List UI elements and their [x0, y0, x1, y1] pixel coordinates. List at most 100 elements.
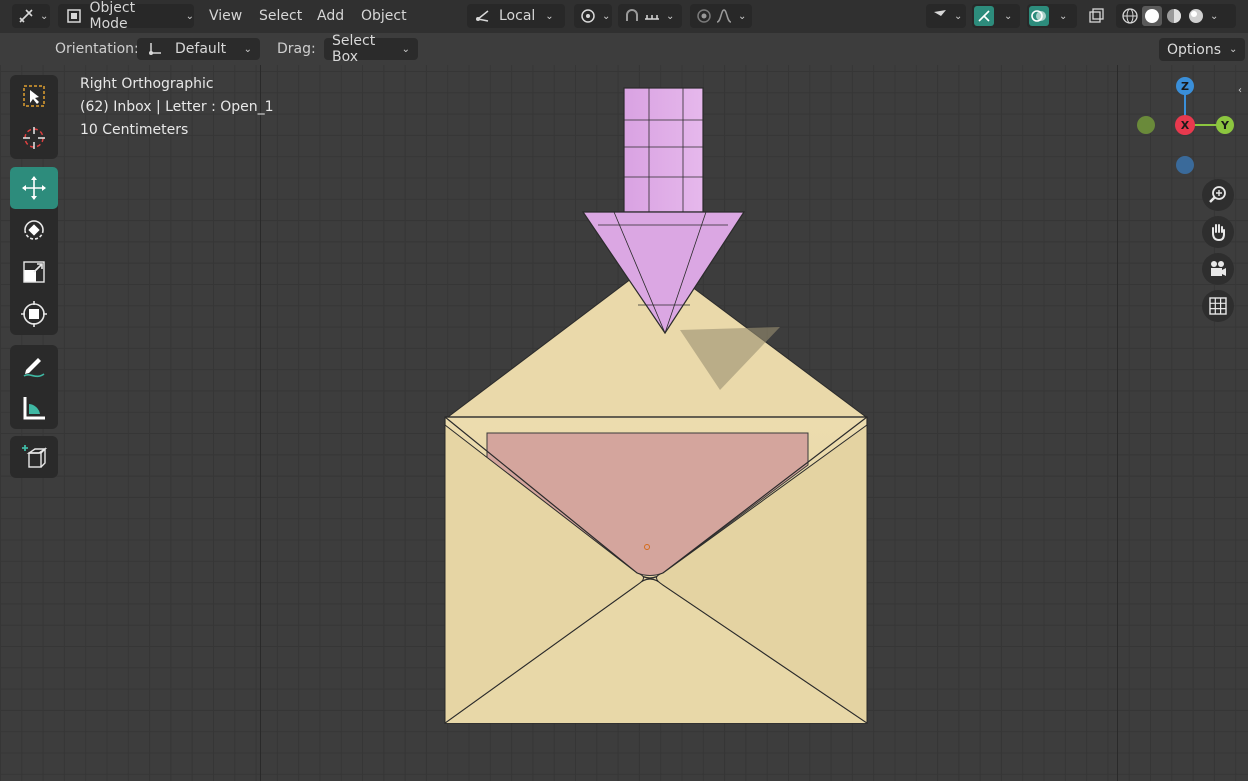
hand-icon — [1212, 224, 1225, 242]
chevron-down-icon: ⌄ — [401, 43, 410, 55]
scene-render — [444, 87, 868, 724]
annotate-pencil-icon — [23, 358, 45, 378]
chevron-down-icon: ⌄ — [954, 10, 963, 22]
tool-measure[interactable] — [10, 387, 58, 429]
toolbar-annotate-group — [10, 345, 58, 429]
options-dropdown[interactable]: Options ⌄ — [1159, 38, 1246, 61]
gizmo-icon — [974, 6, 994, 26]
proportional-edit-group[interactable]: ⌄ — [690, 4, 752, 28]
navigation-gizmo[interactable]: Z Y X — [1130, 75, 1240, 185]
mode-dropdown[interactable]: Object Mode ⌄ — [58, 0, 194, 32]
tool-annotate[interactable] — [10, 345, 58, 387]
overlays-icon — [1029, 6, 1049, 26]
arrow-shaft — [623, 87, 704, 213]
drag-label: Drag: — [277, 41, 316, 57]
tool-add-cube[interactable] — [10, 436, 58, 478]
editor-type-button[interactable]: ⌄ — [12, 4, 50, 28]
select-box-icon — [23, 85, 45, 107]
tool-transform[interactable] — [10, 293, 58, 335]
view-name: Right Orthographic — [80, 76, 214, 92]
ortho-toggle-button[interactable] — [1202, 290, 1234, 322]
chevron-down-icon: ⌄ — [738, 10, 747, 22]
pivot-icon — [578, 6, 598, 26]
chevron-down-icon: ⌄ — [243, 43, 252, 55]
tool-cursor[interactable] — [10, 117, 58, 159]
xray-toggle[interactable] — [1086, 4, 1110, 28]
options-label: Options — [1167, 41, 1222, 58]
chevron-down-icon: ⌄ — [40, 10, 49, 22]
grid-scale: 10 Centimeters — [80, 122, 189, 138]
tool-rotate[interactable] — [10, 209, 58, 251]
add-cube-icon — [22, 445, 48, 468]
toolbar-select-group — [10, 75, 58, 159]
overlays-toggle[interactable]: ⌄ — [1027, 4, 1077, 28]
measure-ruler-icon — [23, 397, 45, 420]
tool-settings-bar: Orientation: Default ⌄ Drag: Select Box … — [0, 33, 1248, 65]
menu-add[interactable]: Add — [311, 4, 350, 28]
zoom-button[interactable] — [1202, 179, 1234, 211]
pan-button[interactable] — [1202, 216, 1234, 248]
orientation-label: Orientation: — [55, 41, 139, 57]
menu-view[interactable]: View — [203, 4, 248, 28]
viewport-info: Right Orthographic (62) Inbox | Letter :… — [80, 73, 274, 142]
zoom-icon — [1209, 186, 1226, 203]
menu-object[interactable]: Object — [355, 4, 413, 28]
gizmo-neg-z[interactable] — [1176, 156, 1194, 174]
scale-icon — [23, 261, 45, 283]
orientation-value: Default — [175, 41, 227, 57]
toolbar-transform-group — [10, 167, 58, 335]
tool-select-box[interactable] — [10, 75, 58, 117]
grid-icon — [1209, 297, 1227, 315]
proportional-edit-icon — [694, 6, 714, 26]
mode-label: Object Mode — [89, 0, 136, 32]
gizmo-toggle[interactable]: ⌄ — [972, 4, 1020, 28]
move-icon — [22, 176, 46, 200]
chevron-down-icon: ⌄ — [1210, 10, 1219, 22]
orientation-icon — [473, 6, 493, 26]
viewport-header: ⌄ Object Mode ⌄ View Select Add Object L… — [0, 0, 1248, 33]
snap-icon — [622, 6, 642, 26]
snap-increment-icon — [642, 6, 662, 26]
camera-view-button[interactable] — [1202, 253, 1234, 285]
3d-cursor-icon — [23, 127, 45, 149]
chevron-down-icon: ⌄ — [1004, 10, 1013, 22]
orientation-gizmo-icon — [145, 39, 165, 59]
menu-select[interactable]: Select — [253, 4, 308, 28]
tool-scale[interactable] — [10, 251, 58, 293]
rendered-shading-icon[interactable] — [1186, 6, 1206, 26]
orientation-dropdown[interactable]: Default ⌄ — [137, 38, 260, 60]
3d-viewport[interactable]: Right Orthographic (62) Inbox | Letter :… — [0, 65, 1248, 781]
gizmo-y-label: Y — [1220, 119, 1230, 132]
snap-group[interactable]: ⌄ — [618, 4, 682, 28]
material-shading-icon[interactable] — [1164, 6, 1184, 26]
tool-move[interactable] — [10, 167, 58, 209]
axes-icon — [16, 6, 36, 26]
gizmo-neg-y[interactable] — [1137, 116, 1155, 134]
transform-orientation-dropdown[interactable]: Local ⌄ — [467, 4, 565, 28]
solid-shading-icon[interactable] — [1142, 6, 1162, 26]
gizmo-x-label: X — [1181, 119, 1190, 132]
chevron-down-icon: ⌄ — [1229, 44, 1238, 55]
orientation-label: Local — [499, 8, 536, 24]
xray-icon — [1086, 6, 1106, 26]
chevron-down-icon: ⌄ — [545, 10, 554, 22]
falloff-icon — [714, 6, 734, 26]
camera-icon — [1211, 261, 1226, 276]
drag-value: Select Box — [332, 33, 376, 65]
rotate-icon — [24, 220, 44, 240]
object-mode-icon — [64, 6, 84, 26]
chevron-down-icon: ⌄ — [185, 10, 194, 22]
transform-icon — [21, 301, 47, 327]
cursor-icon — [930, 6, 950, 26]
selectability-dropdown[interactable]: ⌄ — [926, 4, 966, 28]
chevron-down-icon: ⌄ — [666, 10, 675, 22]
chevron-down-icon: ⌄ — [602, 10, 611, 22]
shading-group[interactable]: ⌄ — [1116, 4, 1236, 28]
drag-dropdown[interactable]: Select Box ⌄ — [324, 33, 418, 65]
wireframe-shading-icon[interactable] — [1120, 6, 1140, 26]
toolbar-add-group — [10, 436, 58, 478]
object-info: (62) Inbox | Letter : Open_1 — [80, 99, 274, 115]
pivot-point-dropdown[interactable]: ⌄ — [574, 4, 612, 28]
gizmo-z-label: Z — [1181, 80, 1189, 93]
sidebar-toggle-icon[interactable]: ‹ — [1238, 85, 1242, 96]
